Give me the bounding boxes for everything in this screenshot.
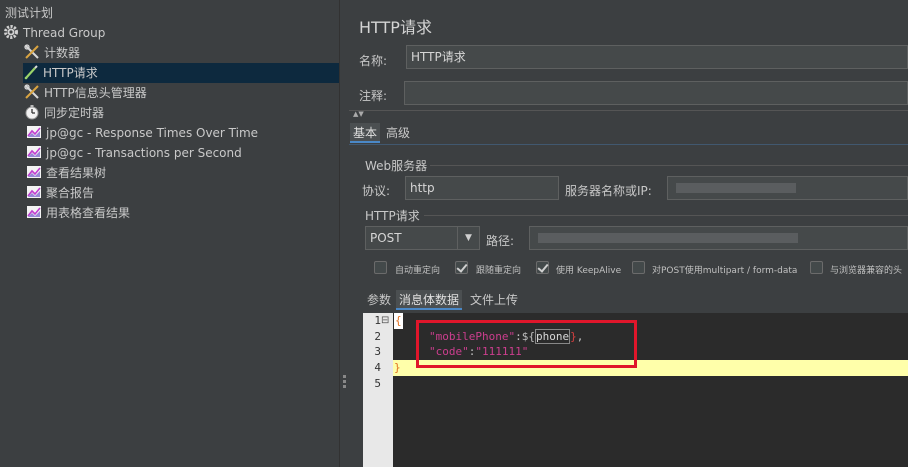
tree-item-response-times[interactable]: jp@gc - Response Times Over Time xyxy=(26,123,258,143)
panel-splitter[interactable] xyxy=(339,0,349,467)
tree-item-http-request[interactable]: HTTP请求 xyxy=(23,63,339,83)
tree-item-label: 聚合报告 xyxy=(46,186,95,200)
tree-item-label: 同步定时器 xyxy=(44,106,105,120)
annotation-highlight-box xyxy=(416,320,637,368)
divider xyxy=(349,110,908,111)
name-label: 名称: xyxy=(359,54,388,68)
line-number: 1 xyxy=(374,314,381,327)
tab-parameters[interactable]: 参数 xyxy=(364,290,394,310)
collapse-arrows-icon[interactable]: ▲▼ xyxy=(353,110,364,118)
tree-item-label: HTTP信息头管理器 xyxy=(44,86,147,100)
code-brace-close: } xyxy=(394,361,401,374)
code-brace-open: { xyxy=(394,313,403,329)
line-number: 5 xyxy=(374,377,381,390)
tree-item-aggregate-report[interactable]: 聚合报告 xyxy=(26,183,94,203)
tab-divider xyxy=(349,144,908,145)
browser-compatible-headers-checkbox[interactable] xyxy=(810,261,823,274)
redacted-path xyxy=(538,233,798,243)
comment-input[interactable] xyxy=(404,81,908,105)
protocol-label: 协议: xyxy=(362,184,391,198)
splitter-grip-dot xyxy=(343,385,346,388)
tree-root-test-plan[interactable]: 测试计划 xyxy=(5,3,53,23)
tree-item-label: HTTP请求 xyxy=(43,66,98,80)
tree-item-label: 计数器 xyxy=(44,46,81,60)
tree-item-counter[interactable]: 计数器 xyxy=(24,43,80,63)
tree-item-label: jp@gc - Transactions per Second xyxy=(46,146,242,160)
tab-advanced[interactable]: 高级 xyxy=(383,123,413,143)
name-input[interactable]: HTTP请求 xyxy=(406,45,908,69)
tree-item-label: 查看结果树 xyxy=(46,166,107,180)
page-title: HTTP请求 xyxy=(359,18,432,37)
tree-item-label: jp@gc - Response Times Over Time xyxy=(46,126,259,140)
server-name-label: 服务器名称或IP: xyxy=(565,184,652,198)
group-border xyxy=(430,165,908,166)
auto-redirect-checkbox[interactable] xyxy=(374,261,387,274)
follow-redirect-label: 跟随重定向 xyxy=(476,266,522,276)
tab-files-upload[interactable]: 文件上传 xyxy=(467,290,521,310)
multipart-label: 对POST使用multipart / form-data xyxy=(652,266,798,276)
comment-label: 注释: xyxy=(359,89,388,103)
graph-icon xyxy=(26,184,42,200)
auto-redirect-label: 自动重定向 xyxy=(395,266,441,276)
graph-icon xyxy=(26,144,42,160)
splitter-grip-dot xyxy=(343,380,346,383)
path-label: 路径: xyxy=(486,234,515,248)
tree-item-sync-timer[interactable]: 同步定时器 xyxy=(24,103,104,123)
line-number: 3 xyxy=(374,345,381,358)
graph-icon xyxy=(26,204,42,220)
follow-redirect-checkbox[interactable] xyxy=(455,261,468,274)
wrench-icon xyxy=(24,84,40,100)
pipette-icon xyxy=(23,64,39,80)
tree-item-view-results-table[interactable]: 用表格查看结果 xyxy=(26,203,130,223)
tree-root-label: 测试计划 xyxy=(5,6,54,20)
http-request-group-label: HTTP请求 xyxy=(365,209,420,223)
tab-body-data[interactable]: 消息体数据 xyxy=(396,290,463,310)
keepalive-label: 使用 KeepAlive xyxy=(556,266,622,276)
protocol-input[interactable]: http xyxy=(405,176,559,200)
timer-icon xyxy=(24,104,40,120)
method-value: POST xyxy=(370,231,402,245)
tree-item-transactions-per-second[interactable]: jp@gc - Transactions per Second xyxy=(26,143,242,163)
redacted-server xyxy=(676,183,796,193)
splitter-grip-dot xyxy=(343,375,346,378)
graph-icon xyxy=(26,164,42,180)
fold-toggle-icon[interactable]: ⊟ xyxy=(381,313,389,329)
test-plan-tree[interactable]: 测试计划 Thread Group 计数器 HTTP请求 HTTP信息头管理器 … xyxy=(0,0,339,467)
line-number-gutter: 1 2 3 4 5 ⊟ xyxy=(363,313,393,467)
tree-item-header-manager[interactable]: HTTP信息头管理器 xyxy=(24,83,147,103)
tree-item-view-results-tree[interactable]: 查看结果树 xyxy=(26,163,106,183)
browser-compatible-headers-label: 与浏览器兼容的头 xyxy=(830,266,903,276)
tree-item-thread-group[interactable]: Thread Group xyxy=(3,23,105,43)
tree-item-label: Thread Group xyxy=(23,26,106,40)
chevron-down-icon[interactable]: ▼ xyxy=(457,227,479,249)
group-border xyxy=(424,215,908,216)
wrench-icon xyxy=(24,44,40,60)
keepalive-checkbox[interactable] xyxy=(536,261,549,274)
tab-basic[interactable]: 基本 xyxy=(350,123,381,143)
line-number: 2 xyxy=(374,330,381,343)
web-server-group-label: Web服务器 xyxy=(365,159,428,173)
multipart-checkbox[interactable] xyxy=(632,261,645,274)
graph-icon xyxy=(26,124,42,140)
gear-icon xyxy=(3,24,19,40)
line-number: 4 xyxy=(374,361,381,374)
tree-item-label: 用表格查看结果 xyxy=(46,206,131,220)
